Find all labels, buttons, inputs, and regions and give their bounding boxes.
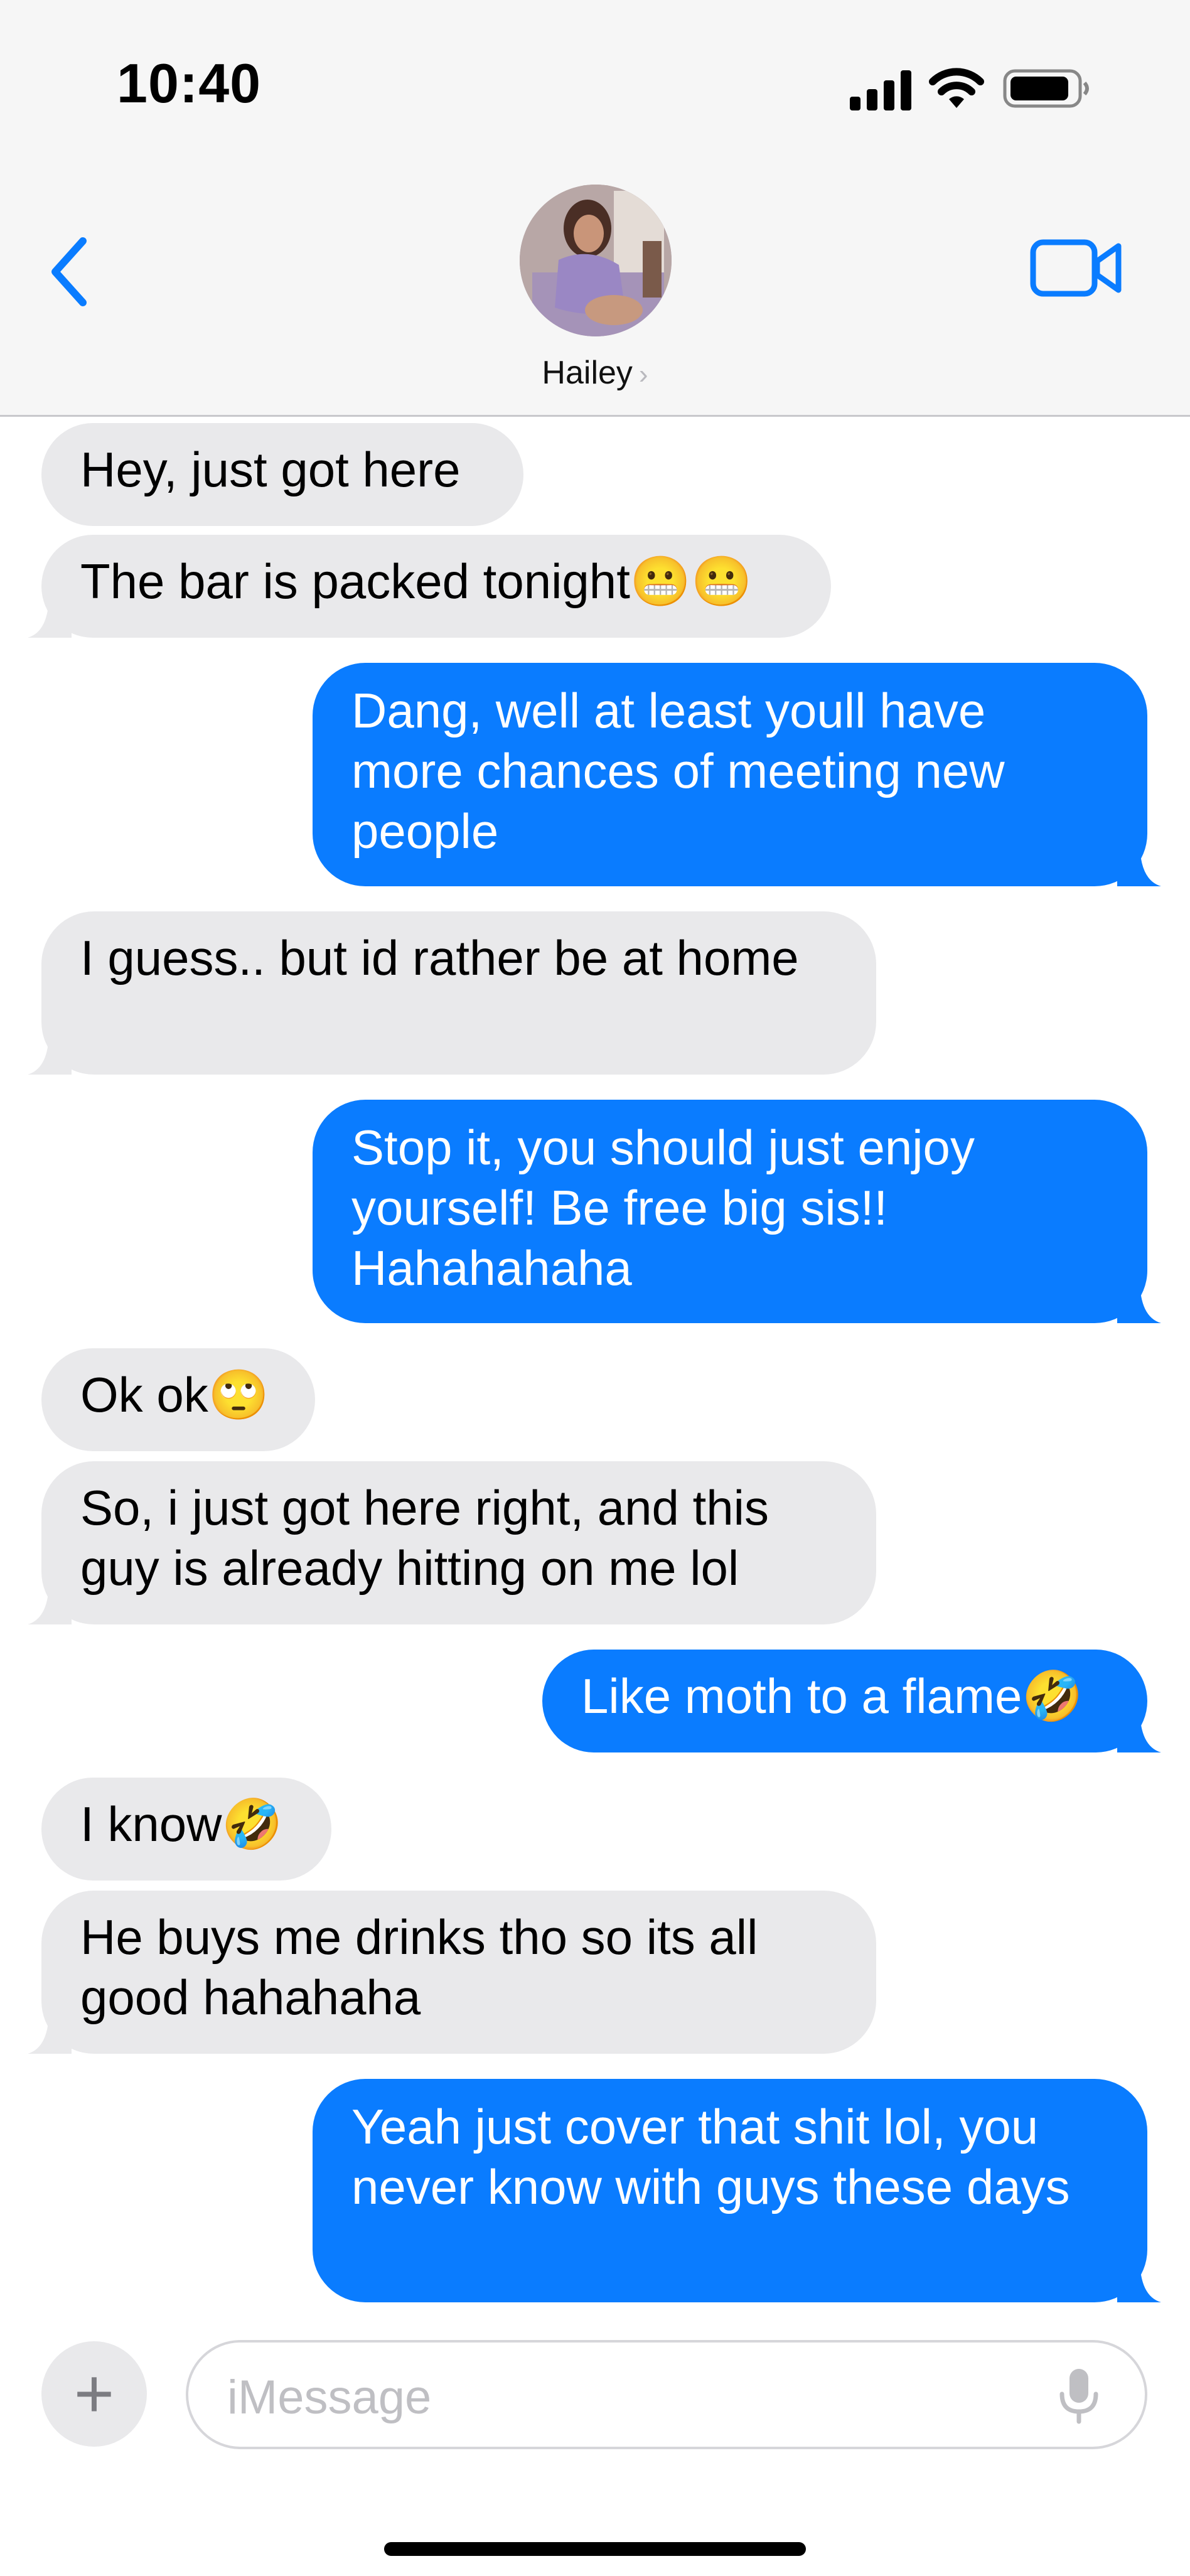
message-bubble-outgoing[interactable]: Yeah just cover that shit lol, you never… — [313, 2079, 1161, 2302]
bubble-tail — [28, 594, 72, 638]
message-text: Dang, well at least youll have more chan… — [351, 683, 1005, 859]
message-bubble-incoming[interactable]: I know🤣 — [41, 1778, 331, 1881]
bubble-tail — [1117, 1279, 1161, 1323]
message-text: Yeah just cover that shit lol, you never… — [351, 2099, 1070, 2214]
message-text: I guess.. but id rather be at home — [80, 930, 799, 985]
contact-avatar — [520, 185, 672, 336]
message-input[interactable]: iMessage — [186, 2340, 1147, 2449]
compose-bar: + iMessage — [0, 2319, 1190, 2576]
contact-name-text: Hailey — [542, 355, 633, 391]
message-bubble-incoming[interactable]: I guess.. but id rather be at home — [28, 911, 876, 1075]
message-bubble-incoming[interactable]: Ok ok🙄 — [41, 1348, 315, 1451]
contact-name: Hailey › — [469, 354, 721, 392]
message-text: The bar is packed tonight😬😬 — [80, 554, 753, 609]
message-bubble-incoming[interactable]: Hey, just got here — [41, 423, 523, 526]
facetime-video-icon[interactable] — [1029, 233, 1123, 303]
contact-header[interactable]: Hailey › — [469, 185, 721, 411]
chevron-right-icon: › — [638, 359, 648, 390]
message-text: So, i just got here right, and this guy … — [80, 1480, 769, 1596]
message-text: Like moth to a flame🤣 — [581, 1668, 1083, 1724]
status-time: 10:40 — [117, 52, 262, 114]
bubble-tail — [1117, 2258, 1161, 2302]
bubble-tail — [1117, 1709, 1161, 1752]
message-text: Ok ok🙄 — [80, 1367, 269, 1422]
conversation-header: Hailey › — [0, 163, 1190, 417]
microphone-icon[interactable] — [1057, 2366, 1101, 2424]
message-text: Stop it, you should just enjoy yourself!… — [351, 1120, 975, 1296]
message-bubble-outgoing[interactable]: Like moth to a flame🤣 — [542, 1650, 1161, 1752]
message-bubble-incoming[interactable]: He buys me drinks tho so its all good ha… — [28, 1891, 876, 2054]
message-text: He buys me drinks tho so its all good ha… — [80, 1909, 758, 2025]
message-bubble-outgoing[interactable]: Dang, well at least youll have more chan… — [313, 663, 1161, 886]
plus-icon: + — [73, 2355, 115, 2432]
message-bubble-incoming[interactable]: So, i just got here right, and this guy … — [28, 1461, 876, 1624]
message-list: Hey, just got here The bar is packed ton… — [0, 417, 1190, 2319]
bubble-tail — [28, 1580, 72, 1624]
message-bubble-outgoing[interactable]: Stop it, you should just enjoy yourself!… — [313, 1100, 1161, 1323]
home-indicator[interactable] — [384, 2542, 806, 2556]
message-bubble-incoming[interactable]: The bar is packed tonight😬😬 — [28, 535, 831, 638]
message-text: I know🤣 — [80, 1796, 283, 1852]
battery-icon — [1003, 69, 1089, 108]
bubble-tail — [1117, 842, 1161, 886]
back-chevron-icon[interactable] — [43, 231, 99, 313]
message-text: Hey, just got here — [80, 442, 461, 497]
status-bar: 10:40 — [0, 0, 1190, 163]
message-input-placeholder: iMessage — [227, 2371, 432, 2424]
bubble-tail — [28, 2010, 72, 2054]
bubble-tail — [28, 1031, 72, 1075]
add-attachment-button[interactable]: + — [41, 2341, 147, 2447]
cellular-signal-icon — [850, 70, 911, 110]
contact-photo — [520, 185, 672, 336]
wifi-icon — [929, 68, 984, 108]
